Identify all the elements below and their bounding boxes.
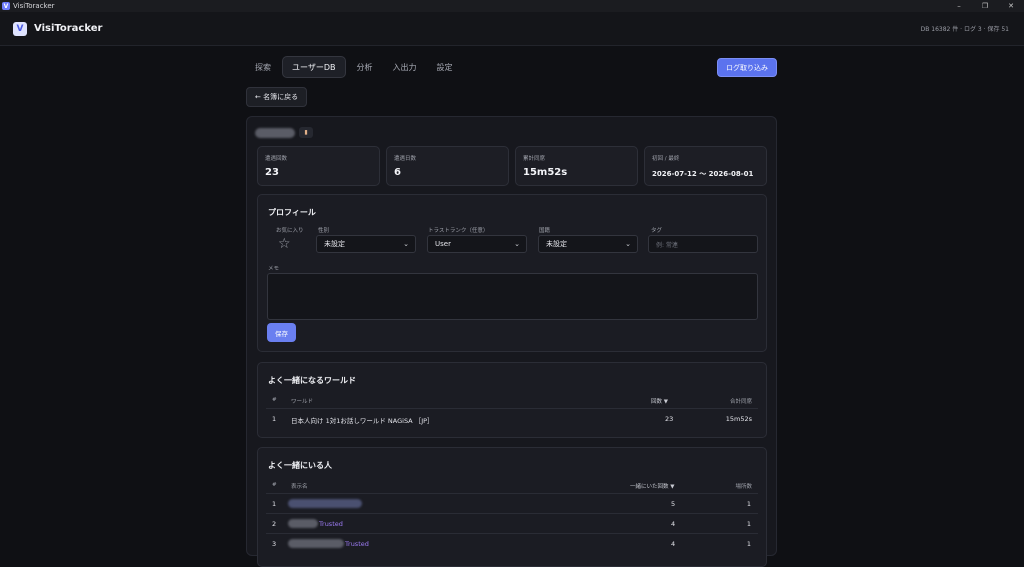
- person-places: 1: [746, 500, 751, 508]
- app-brand: VisiToracker: [34, 23, 103, 34]
- worlds-header-name: ワールド: [291, 399, 314, 405]
- gender-label: 性別: [318, 228, 330, 234]
- people-header-count[interactable]: 一緒にいた回数 ▼: [630, 482, 674, 490]
- worlds-header-count[interactable]: 回数 ▼: [651, 397, 668, 405]
- app-header: V VisiToracker DB 16382 件 · ログ 3 · 保存 51: [0, 12, 1024, 46]
- world-count: 23: [665, 415, 674, 423]
- trust-select[interactable]: User ⌄: [427, 235, 527, 253]
- chevron-down-icon: ⌄: [625, 240, 631, 248]
- stat-first-last: 初回 / 最終 2026-07-12 〜 2026-08-01: [644, 146, 767, 186]
- app-logo-letter: V: [16, 23, 24, 34]
- stat-value: 2026-07-12 〜 2026-08-01: [652, 170, 754, 178]
- worlds-header-num: #: [272, 397, 277, 403]
- worlds-card: よく一緒になるワールド # ワールド 回数 ▼ 合計同席 1 日本人向け 1対1…: [257, 362, 767, 438]
- user-name-row: ▮: [255, 127, 313, 138]
- row-num: 1: [272, 415, 277, 423]
- tab-explore[interactable]: 探索: [246, 56, 280, 78]
- divider: [266, 493, 758, 494]
- country-label: 国籍: [539, 228, 551, 234]
- people-header-num: #: [272, 482, 277, 488]
- db-info: DB 16382 件 · ログ 3 · 保存 51: [920, 26, 1009, 33]
- worlds-title: よく一緒になるワールド: [268, 376, 356, 385]
- favorite-star-icon[interactable]: ☆: [278, 236, 291, 252]
- country-select-value: 未設定: [546, 240, 567, 248]
- window-titlebar: V VisiToracker – ❐ ✕: [0, 0, 1024, 12]
- tag-input-placeholder: 例: 常連: [656, 241, 678, 249]
- stat-label: 累計同席: [523, 156, 546, 162]
- app-small-icon: V: [2, 2, 10, 10]
- person-count: 4: [671, 520, 676, 528]
- chevron-down-icon: ⌄: [514, 240, 520, 248]
- user-name-redacted: [255, 127, 295, 138]
- profile-title: プロフィール: [268, 208, 316, 217]
- row-num: 2: [272, 520, 277, 528]
- window-title: VisiToracker: [13, 2, 55, 10]
- gender-select-value: 未設定: [324, 240, 345, 248]
- memo-label: メモ: [268, 266, 280, 272]
- close-window-button[interactable]: ✕: [998, 0, 1024, 12]
- tag-input[interactable]: 例: 常連: [648, 235, 758, 253]
- stat-encounters: 遭遇回数 23: [257, 146, 380, 186]
- people-header-name: 表示名: [291, 484, 308, 490]
- stat-label: 遭遇日数: [394, 156, 417, 162]
- user-detail-panel: ▮ 遭遇回数 23 遭遇日数 6 累計同席 15m52s 初回 / 最終 202…: [246, 116, 777, 567]
- memo-textarea[interactable]: [267, 273, 758, 320]
- app-logo-icon: V: [13, 21, 27, 36]
- import-log-button[interactable]: ログ取り込み: [717, 58, 777, 77]
- stat-value: 15m52s: [523, 167, 568, 178]
- stat-total-time: 累計同席 15m52s: [515, 146, 638, 186]
- back-to-roster-button[interactable]: ← 名簿に戻る: [246, 87, 308, 107]
- worlds-header-total[interactable]: 合計同席: [730, 397, 752, 405]
- person-name-redacted: [288, 519, 318, 528]
- trust-rank-label: Trusted: [319, 520, 343, 528]
- world-total: 15m52s: [725, 415, 752, 423]
- divider: [266, 533, 758, 534]
- stat-value: 6: [394, 167, 401, 178]
- stats-row: 遭遇回数 23 遭遇日数 6 累計同席 15m52s 初回 / 最終 2026-…: [257, 146, 767, 186]
- tab-analysis[interactable]: 分析: [348, 56, 382, 78]
- row-num: 1: [272, 500, 277, 508]
- trust-select-value: User: [435, 240, 451, 248]
- tab-user-db[interactable]: ユーザーDB: [282, 56, 346, 78]
- person-places: 1: [746, 520, 751, 528]
- people-card: よく一緒にいる人 # 表示名 一緒にいた回数 ▼ 場所数 1 5 1 2 Tru…: [257, 447, 767, 567]
- save-button[interactable]: 保存: [267, 323, 296, 342]
- divider: [266, 513, 758, 514]
- app-small-icon-letter: V: [3, 2, 9, 10]
- maximize-button[interactable]: ❐: [972, 0, 998, 12]
- tab-settings[interactable]: 設定: [428, 56, 462, 78]
- stat-label: 遭遇回数: [265, 156, 288, 162]
- people-header-places[interactable]: 場所数: [735, 482, 752, 490]
- chevron-down-icon: ⌄: [403, 240, 409, 248]
- person-count: 5: [671, 500, 676, 508]
- favorite-label: お気に入り: [276, 228, 304, 234]
- minimize-button[interactable]: –: [946, 0, 972, 12]
- stat-value: 23: [265, 167, 279, 178]
- copy-icon[interactable]: ▮: [299, 127, 313, 138]
- person-name-redacted: [288, 499, 362, 508]
- stat-days: 遭遇日数 6: [386, 146, 509, 186]
- trust-label: トラストランク（任意）: [428, 228, 489, 234]
- gender-select[interactable]: 未設定 ⌄: [316, 235, 416, 253]
- tag-label: タグ: [651, 228, 663, 234]
- main-nav: 探索 ユーザーDB 分析 入出力 設定 ログ取り込み: [246, 56, 777, 78]
- world-name: 日本人向け 1対1お話しワールド NAGiSA ［JP］: [291, 417, 434, 425]
- tab-import-export[interactable]: 入出力: [384, 56, 426, 78]
- country-select[interactable]: 未設定 ⌄: [538, 235, 638, 253]
- people-title: よく一緒にいる人: [268, 461, 332, 470]
- divider: [266, 408, 758, 409]
- profile-card: プロフィール お気に入り ☆ 性別 未設定 ⌄ トラストランク（任意） User…: [257, 194, 767, 352]
- stat-label: 初回 / 最終: [652, 156, 680, 162]
